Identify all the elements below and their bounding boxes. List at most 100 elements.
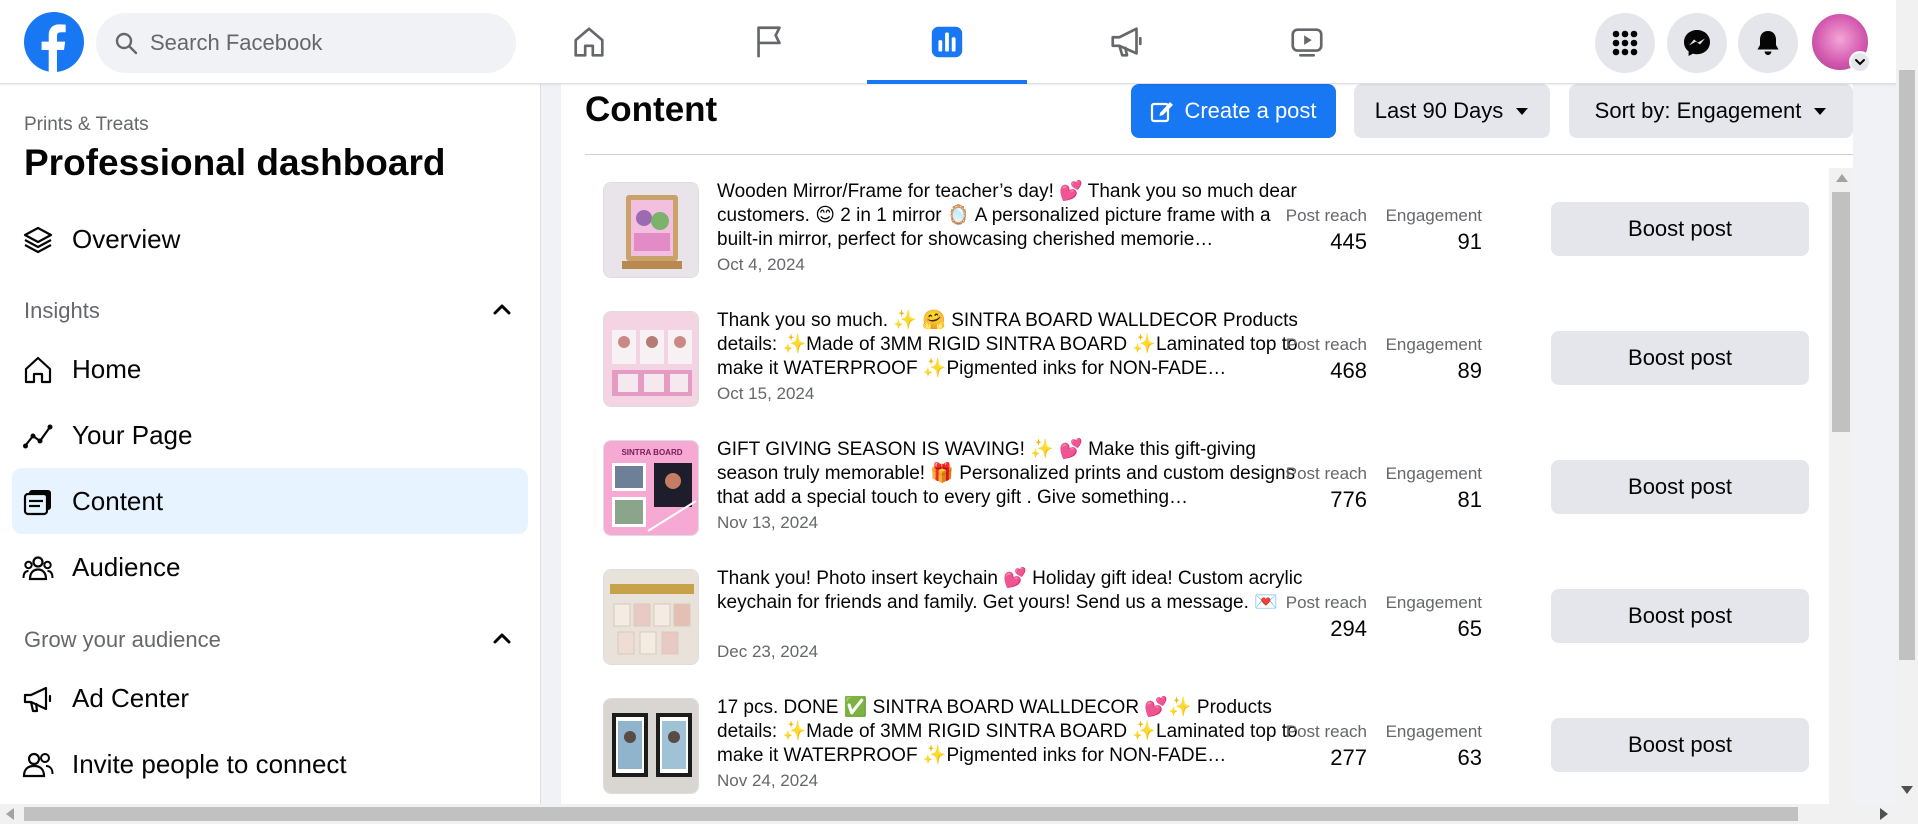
boost-post-button[interactable]: Boost post	[1551, 589, 1809, 643]
invite-people-icon	[22, 752, 54, 778]
top-navigation-bar: Search Facebook	[0, 0, 1918, 84]
sidebar-item-label: Content	[72, 486, 164, 516]
sidebar-item-label: Home	[72, 354, 142, 384]
page-vertical-scrollbar[interactable]	[1896, 0, 1918, 804]
scrollbar-thumb[interactable]	[1832, 192, 1850, 432]
megaphone-icon	[1111, 27, 1142, 57]
sidebar-item-your-page[interactable]: Your Page	[12, 402, 528, 468]
post-list-scrollbar[interactable]	[1829, 168, 1853, 804]
header-divider	[585, 154, 1853, 155]
post-thumbnail[interactable]	[603, 698, 699, 794]
sidebar-item-ad-center[interactable]: Ad Center	[12, 665, 528, 731]
date-range-label: Last 90 Days	[1374, 98, 1504, 123]
post-row[interactable]: Thank you! Photo insert keychain 💕 Holid…	[561, 555, 1829, 684]
insights-heading: Insights	[24, 298, 100, 323]
account-menu-button[interactable]	[1849, 51, 1871, 73]
post-date: Nov 24, 2024	[717, 771, 819, 790]
engagement-label: Engagement	[1385, 464, 1482, 483]
page-title: Content	[585, 90, 718, 129]
chevron-up-icon[interactable]	[490, 627, 514, 651]
post-date: Dec 23, 2024	[717, 642, 819, 661]
page-horizontal-scrollbar[interactable]	[0, 804, 1918, 824]
search-icon	[115, 32, 138, 55]
notifications-button[interactable]	[1738, 13, 1798, 73]
sidebar-item-overview[interactable]: Overview	[12, 206, 528, 272]
nav-tab-pages[interactable]	[689, 0, 849, 84]
scrollbar-thumb[interactable]	[24, 807, 1798, 821]
nav-tab-video[interactable]	[1227, 0, 1387, 84]
nav-tab-ads[interactable]	[1047, 0, 1207, 84]
sort-label: Sort by: Engagement	[1594, 98, 1802, 123]
sidebar-item-home[interactable]: Home	[12, 336, 528, 402]
post-thumbnail[interactable]	[603, 311, 699, 407]
boost-post-button[interactable]: Boost post	[1551, 202, 1809, 256]
create-post-label: Create a post	[1184, 98, 1317, 123]
post-row[interactable]: Wooden Mirror/Frame for teacher’s day! 💕…	[561, 168, 1829, 297]
caret-down-icon	[1516, 108, 1529, 115]
engagement-value: 63	[1457, 745, 1482, 770]
scroll-left-arrow-icon[interactable]	[6, 808, 14, 820]
sidebar-item-content[interactable]: Content	[12, 468, 528, 534]
engagement-label: Engagement	[1385, 335, 1482, 354]
scroll-down-arrow-icon[interactable]	[1901, 786, 1913, 794]
post-date: Oct 4, 2024	[717, 255, 805, 274]
post-list: Wooden Mirror/Frame for teacher’s day! 💕…	[561, 168, 1829, 804]
engagement-value: 65	[1457, 616, 1482, 641]
date-range-dropdown[interactable]: Last 90 Days	[1354, 84, 1550, 138]
post-row[interactable]: 17 pcs. DONE ✅ SINTRA BOARD WALLDECOR 💕✨…	[561, 684, 1829, 804]
search-bar[interactable]: Search Facebook	[96, 13, 516, 73]
nav-tab-dashboard[interactable]	[867, 0, 1027, 84]
video-icon	[1291, 28, 1323, 57]
engagement-value: 91	[1457, 229, 1482, 254]
scroll-up-arrow-icon[interactable]	[1836, 174, 1848, 182]
people-icon	[22, 556, 54, 581]
page-name[interactable]: Prints & Treats	[24, 114, 149, 136]
dashboard-sidebar: Prints & Treats Professional dashboard O…	[0, 84, 541, 804]
create-post-button[interactable]: Create a post	[1131, 84, 1336, 138]
post-date: Nov 13, 2024	[717, 513, 819, 532]
dashboard-icon	[931, 26, 963, 58]
chevron-down-icon	[1855, 59, 1865, 66]
boost-post-button[interactable]: Boost post	[1551, 718, 1809, 772]
scrollbar-thumb[interactable]	[1899, 70, 1915, 660]
layers-icon	[23, 226, 53, 254]
engagement-value: 81	[1457, 487, 1482, 512]
sidebar-item-label: Your Page	[72, 420, 193, 450]
boost-post-button[interactable]: Boost post	[1551, 460, 1809, 514]
sidebar-item-audience[interactable]: Audience	[12, 534, 528, 600]
chevron-up-icon[interactable]	[490, 298, 514, 322]
dashboard-title: Professional dashboard	[24, 142, 446, 183]
menu-grid-icon	[1612, 30, 1638, 56]
sidebar-item-label: Ad Center	[72, 683, 190, 713]
content-panel: Content Create a post Last 90 Days Sort …	[561, 84, 1853, 804]
search-placeholder: Search Facebook	[150, 30, 323, 55]
sidebar-item-invite-people[interactable]: Invite people to connect	[12, 731, 528, 797]
home-outline-icon	[24, 356, 52, 384]
messenger-icon	[1684, 30, 1710, 56]
engagement-label: Engagement	[1385, 722, 1482, 741]
post-thumbnail[interactable]	[603, 182, 699, 278]
engagement-label: Engagement	[1385, 593, 1482, 612]
post-row[interactable]: Thank you so much. ✨ 🤗 SINTRA BOARD WALL…	[561, 297, 1829, 426]
trend-line-icon	[23, 424, 53, 449]
scroll-right-arrow-icon[interactable]	[1880, 808, 1888, 820]
sidebar-item-label: Audience	[72, 552, 181, 582]
facebook-logo-icon[interactable]	[24, 12, 84, 72]
thumbnail-caption: SINTRA BOARD	[621, 448, 682, 457]
post-date: Oct 15, 2024	[717, 384, 815, 403]
grow-audience-heading: Grow your audience	[24, 627, 221, 652]
sidebar-item-label: Overview	[72, 224, 181, 254]
megaphone-outline-icon	[23, 686, 52, 713]
post-thumbnail[interactable]: SINTRA BOARD	[603, 440, 699, 536]
sort-dropdown[interactable]: Sort by: Engagement	[1569, 84, 1853, 138]
nav-tab-home[interactable]	[509, 0, 669, 84]
messenger-button[interactable]	[1667, 13, 1727, 73]
boost-post-button[interactable]: Boost post	[1551, 331, 1809, 385]
post-row[interactable]: SINTRA BOARD GIFT GIVING SEASON IS WAVIN…	[561, 426, 1829, 555]
bell-icon	[1757, 31, 1779, 55]
post-thumbnail[interactable]	[603, 569, 699, 665]
sidebar-item-label: Invite people to connect	[72, 749, 347, 779]
menu-button[interactable]	[1595, 13, 1655, 73]
engagement-value: 89	[1457, 358, 1482, 383]
flag-icon	[757, 26, 781, 58]
